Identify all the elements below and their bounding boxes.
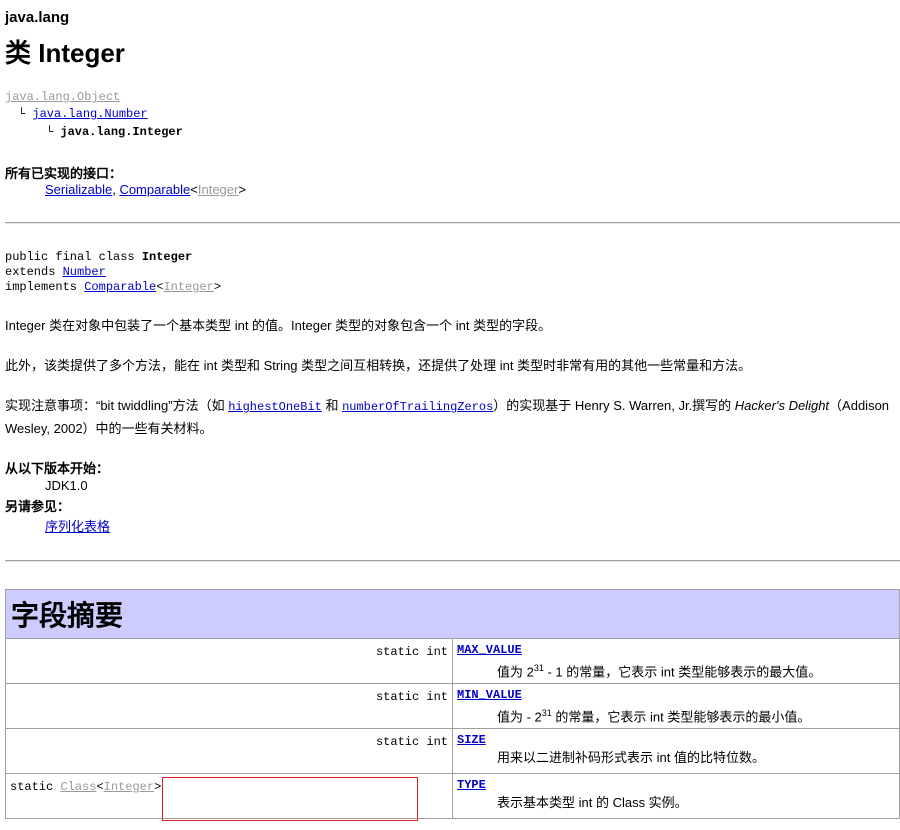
field-cell: MAX_VALUE 值为 231 - 1 的常量，它表示 int 类型能够表示的… (452, 638, 900, 684)
description-paragraph-1: Integer 类在对象中包装了一个基本类型 int 的值。Integer 类型… (5, 318, 552, 333)
see-also-label: 另请参见： (5, 499, 71, 514)
class-type-param-link[interactable]: Integer (104, 780, 154, 794)
field-description: 用来以二进制补码形式表示 int 值的比特位数。 (497, 750, 765, 765)
declaration-line-extends: extends Number (5, 265, 221, 280)
field-cell: TYPE 表示基本类型 int 的 Class 实例。 (452, 773, 900, 819)
extends-keyword: extends (5, 265, 63, 279)
serialized-form-link[interactable]: 序列化表格 (45, 519, 110, 534)
generic-open: < (190, 182, 198, 197)
hierarchy-parent-link[interactable]: java.lang.Number (32, 107, 147, 121)
field-link-max-value[interactable]: MAX_VALUE (457, 643, 899, 657)
table-row: static int MAX_VALUE 值为 231 - 1 的常量，它表示 … (5, 638, 900, 684)
page-title: 类 Integer (5, 38, 125, 68)
field-modifier: static int (5, 683, 453, 729)
description-text: ）的实现基于 Henry S. Warren, Jr.撰写的 (493, 398, 735, 413)
highestonebit-link[interactable]: highestOneBit (228, 400, 322, 414)
class-type-link[interactable]: Class (60, 780, 96, 794)
field-cell: SIZE 用来以二进制补码形式表示 int 值的比特位数。 (452, 728, 900, 774)
table-row: static int SIZE 用来以二进制补码形式表示 int 值的比特位数。 (5, 728, 900, 774)
hierarchy-root[interactable]: java.lang.Object (5, 90, 120, 104)
declaration-class-name: Integer (141, 250, 193, 264)
interfaces-label: 所有已实现的接口： (5, 166, 123, 181)
tree-branch-icon: └ (46, 125, 54, 139)
highlight-box (162, 777, 418, 821)
declaration-line-implements: implements Comparable<Integer> (5, 280, 221, 295)
implements-keyword: implements (5, 280, 85, 294)
field-description: 值为 - 231 的常量，它表示 int 类型能够表示的最小值。 (497, 708, 811, 725)
interface-link-serializable[interactable]: Serializable (45, 182, 112, 197)
description-paragraph-3: 实现注意事项：“bit twiddling”方法（如 highestOneBit… (5, 395, 898, 439)
class-declaration: public final class Integer extends Numbe… (5, 250, 221, 295)
field-link-min-value[interactable]: MIN_VALUE (457, 688, 899, 702)
field-summary-heading: 字段摘要 (5, 589, 900, 639)
field-description: 值为 231 - 1 的常量，它表示 int 类型能够表示的最大值。 (497, 663, 822, 680)
hierarchy-current-label: java.lang.Integer (60, 125, 183, 139)
declaration-modifiers: public final class (5, 250, 142, 264)
implements-link[interactable]: Comparable (84, 280, 156, 294)
field-cell: MIN_VALUE 值为 - 231 的常量，它表示 int 类型能够表示的最小… (452, 683, 900, 729)
generic-close: > (238, 182, 246, 197)
numberoftrailingzeros-link[interactable]: numberOfTrailingZeros (342, 400, 493, 414)
interface-link-comparable[interactable]: Comparable (119, 182, 190, 197)
declaration-line-class: public final class Integer (5, 250, 221, 265)
extends-link[interactable]: Number (63, 265, 106, 279)
divider (5, 222, 900, 224)
book-title: Hacker's Delight (734, 398, 830, 413)
interfaces-list: Serializable, Comparable<Integer> (45, 182, 246, 197)
field-summary-table: 字段摘要 static int MAX_VALUE 值为 231 - 1 的常量… (5, 589, 900, 819)
field-description: 表示基本类型 int 的 Class 实例。 (497, 795, 688, 810)
description-paragraph-2: 此外，该类提供了多个方法，能在 int 类型和 String 类型之间互相转换，… (5, 358, 752, 373)
since-label: 从以下版本开始： (5, 461, 110, 476)
hierarchy-root-link[interactable]: java.lang.Object (5, 90, 120, 104)
field-modifier: static int (5, 638, 453, 684)
description-text: 实现注意事项：“bit twiddling”方法（如 (5, 398, 229, 413)
field-link-type[interactable]: TYPE (457, 778, 899, 792)
divider (5, 560, 900, 562)
hierarchy-current: └ java.lang.Integer (46, 125, 183, 139)
hierarchy-parent: └ java.lang.Number (18, 107, 148, 121)
implements-generic-param[interactable]: Integer (163, 280, 213, 294)
field-link-size[interactable]: SIZE (457, 733, 899, 747)
description-text: 和 (321, 398, 343, 413)
interface-generic-param[interactable]: Integer (198, 182, 238, 197)
package-name: java.lang (5, 9, 70, 26)
tree-branch-icon: └ (18, 107, 26, 121)
generic-close: > (213, 280, 222, 294)
since-value: JDK1.0 (45, 478, 88, 493)
table-row: static Class<Integer> TYPE 表示基本类型 int 的 … (5, 773, 900, 819)
see-also-value: 序列化表格 (45, 516, 110, 535)
field-modifier: static int (5, 728, 453, 774)
table-row: static int MIN_VALUE 值为 - 231 的常量，它表示 in… (5, 683, 900, 729)
